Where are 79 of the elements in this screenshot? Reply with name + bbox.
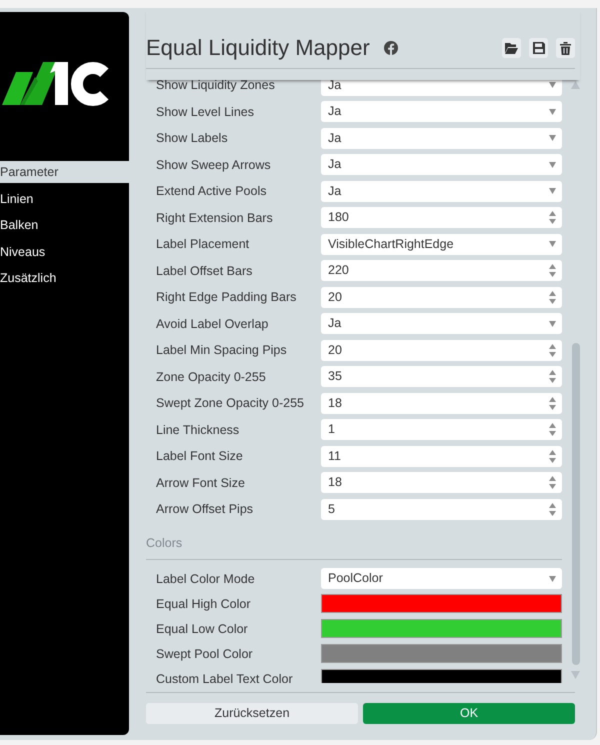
- field-label: Label Offset Bars: [156, 264, 252, 278]
- field-label: Swept Zone Opacity 0-255: [156, 396, 304, 410]
- stepper-arrows-icon[interactable]: [549, 476, 556, 490]
- save-button[interactable]: [529, 38, 548, 58]
- stepper-arrows-icon[interactable]: [549, 450, 556, 463]
- stepper-arrows-icon[interactable]: [549, 502, 556, 516]
- field-label: Show Level Lines: [156, 104, 254, 119]
- color-swatch[interactable]: [321, 669, 562, 683]
- number-field[interactable]: 18: [321, 472, 562, 494]
- field-label: Right Edge Padding Bars: [156, 290, 296, 304]
- number-field[interactable]: 18: [321, 392, 562, 414]
- sidebar-tab[interactable]: Linien: [0, 188, 129, 210]
- section-heading: Colors: [146, 536, 182, 550]
- caret-down-icon: [549, 320, 556, 327]
- number-field[interactable]: 5: [321, 498, 562, 520]
- dropdown-field[interactable]: Ja: [321, 128, 562, 149]
- caret-down-icon: [549, 82, 556, 88]
- color-swatch[interactable]: [321, 619, 562, 638]
- field-label: Label Placement: [156, 237, 250, 252]
- field-label: Label Font Size: [156, 449, 243, 464]
- number-field[interactable]: 1: [321, 419, 562, 440]
- letter-f-circle-icon: [384, 41, 398, 55]
- scrollbar-thumb[interactable]: [572, 343, 580, 665]
- caret-down-icon: [549, 576, 556, 582]
- scroll-up-arrow-icon[interactable]: [571, 81, 580, 89]
- dropdown-field[interactable]: Ja: [321, 180, 562, 202]
- field-label: Show Liquidity Zones: [156, 80, 275, 92]
- number-field[interactable]: 11: [321, 446, 562, 467]
- ok-button[interactable]: OK: [363, 703, 575, 724]
- number-field[interactable]: 35: [321, 366, 562, 388]
- field-label: Custom Label Text Color: [156, 672, 293, 683]
- stepper-arrows-icon[interactable]: [549, 423, 556, 436]
- field-label: Equal High Color: [156, 596, 250, 610]
- stepper-arrows-icon[interactable]: [549, 370, 556, 384]
- color-swatch[interactable]: [321, 644, 562, 663]
- dropdown-field[interactable]: Ja: [321, 80, 562, 96]
- stepper-arrows-icon[interactable]: [549, 344, 556, 357]
- stepper-arrows-icon[interactable]: [549, 211, 556, 224]
- dropdown-field[interactable]: VisibleChartRightEdge: [321, 234, 562, 255]
- sidebar-tab[interactable]: Balken: [0, 214, 129, 236]
- field-label: Zone Opacity 0-255: [156, 370, 266, 384]
- stepper-arrows-icon[interactable]: [549, 396, 556, 410]
- dropdown-field[interactable]: Ja: [321, 101, 562, 122]
- dropdown-field[interactable]: PoolColor: [321, 568, 562, 589]
- field-label: Arrow Font Size: [156, 476, 245, 490]
- color-swatch[interactable]: [321, 594, 562, 613]
- sidebar-tab[interactable]: Zusätzlich: [0, 267, 129, 289]
- dropdown-field[interactable]: Ja: [321, 154, 562, 176]
- field-label: Show Sweep Arrows: [156, 158, 271, 172]
- open-folder-button[interactable]: [502, 38, 521, 58]
- dropdown-field[interactable]: Ja: [321, 313, 562, 334]
- caret-down-icon: [549, 241, 556, 248]
- caret-down-icon: [549, 108, 556, 115]
- dialog-title: Equal Liquidity Mapper: [146, 35, 370, 61]
- stepper-arrows-icon[interactable]: [549, 290, 556, 304]
- folder-icon: [505, 42, 518, 54]
- caret-down-icon: [549, 162, 556, 168]
- number-field[interactable]: 20: [321, 340, 562, 361]
- caret-down-icon: [549, 188, 556, 194]
- delete-button[interactable]: [556, 38, 575, 58]
- field-label: Avoid Label Overlap: [156, 316, 268, 331]
- reset-button[interactable]: Zurücksetzen: [146, 703, 358, 724]
- sidebar-tab[interactable]: Niveaus: [0, 240, 129, 262]
- number-field[interactable]: 180: [321, 207, 562, 228]
- field-label: Arrow Offset Pips: [156, 502, 254, 516]
- field-label: Line Thickness: [156, 422, 240, 437]
- field-label: Label Color Mode: [156, 572, 255, 586]
- field-label: Equal Low Color: [156, 622, 248, 636]
- stepper-arrows-icon[interactable]: [549, 264, 556, 278]
- field-label: Extend Active Pools: [156, 184, 266, 198]
- caret-down-icon: [549, 135, 556, 142]
- trash-icon: [560, 42, 571, 54]
- field-label: Label Min Spacing Pips: [156, 343, 287, 358]
- number-field[interactable]: 220: [321, 260, 562, 282]
- field-label: Swept Pool Color: [156, 646, 253, 660]
- field-label: Show Labels: [156, 131, 228, 146]
- field-label: Right Extension Bars: [156, 210, 273, 225]
- sidebar-tab[interactable]: Parameter: [0, 161, 129, 183]
- number-field[interactable]: 20: [321, 286, 562, 308]
